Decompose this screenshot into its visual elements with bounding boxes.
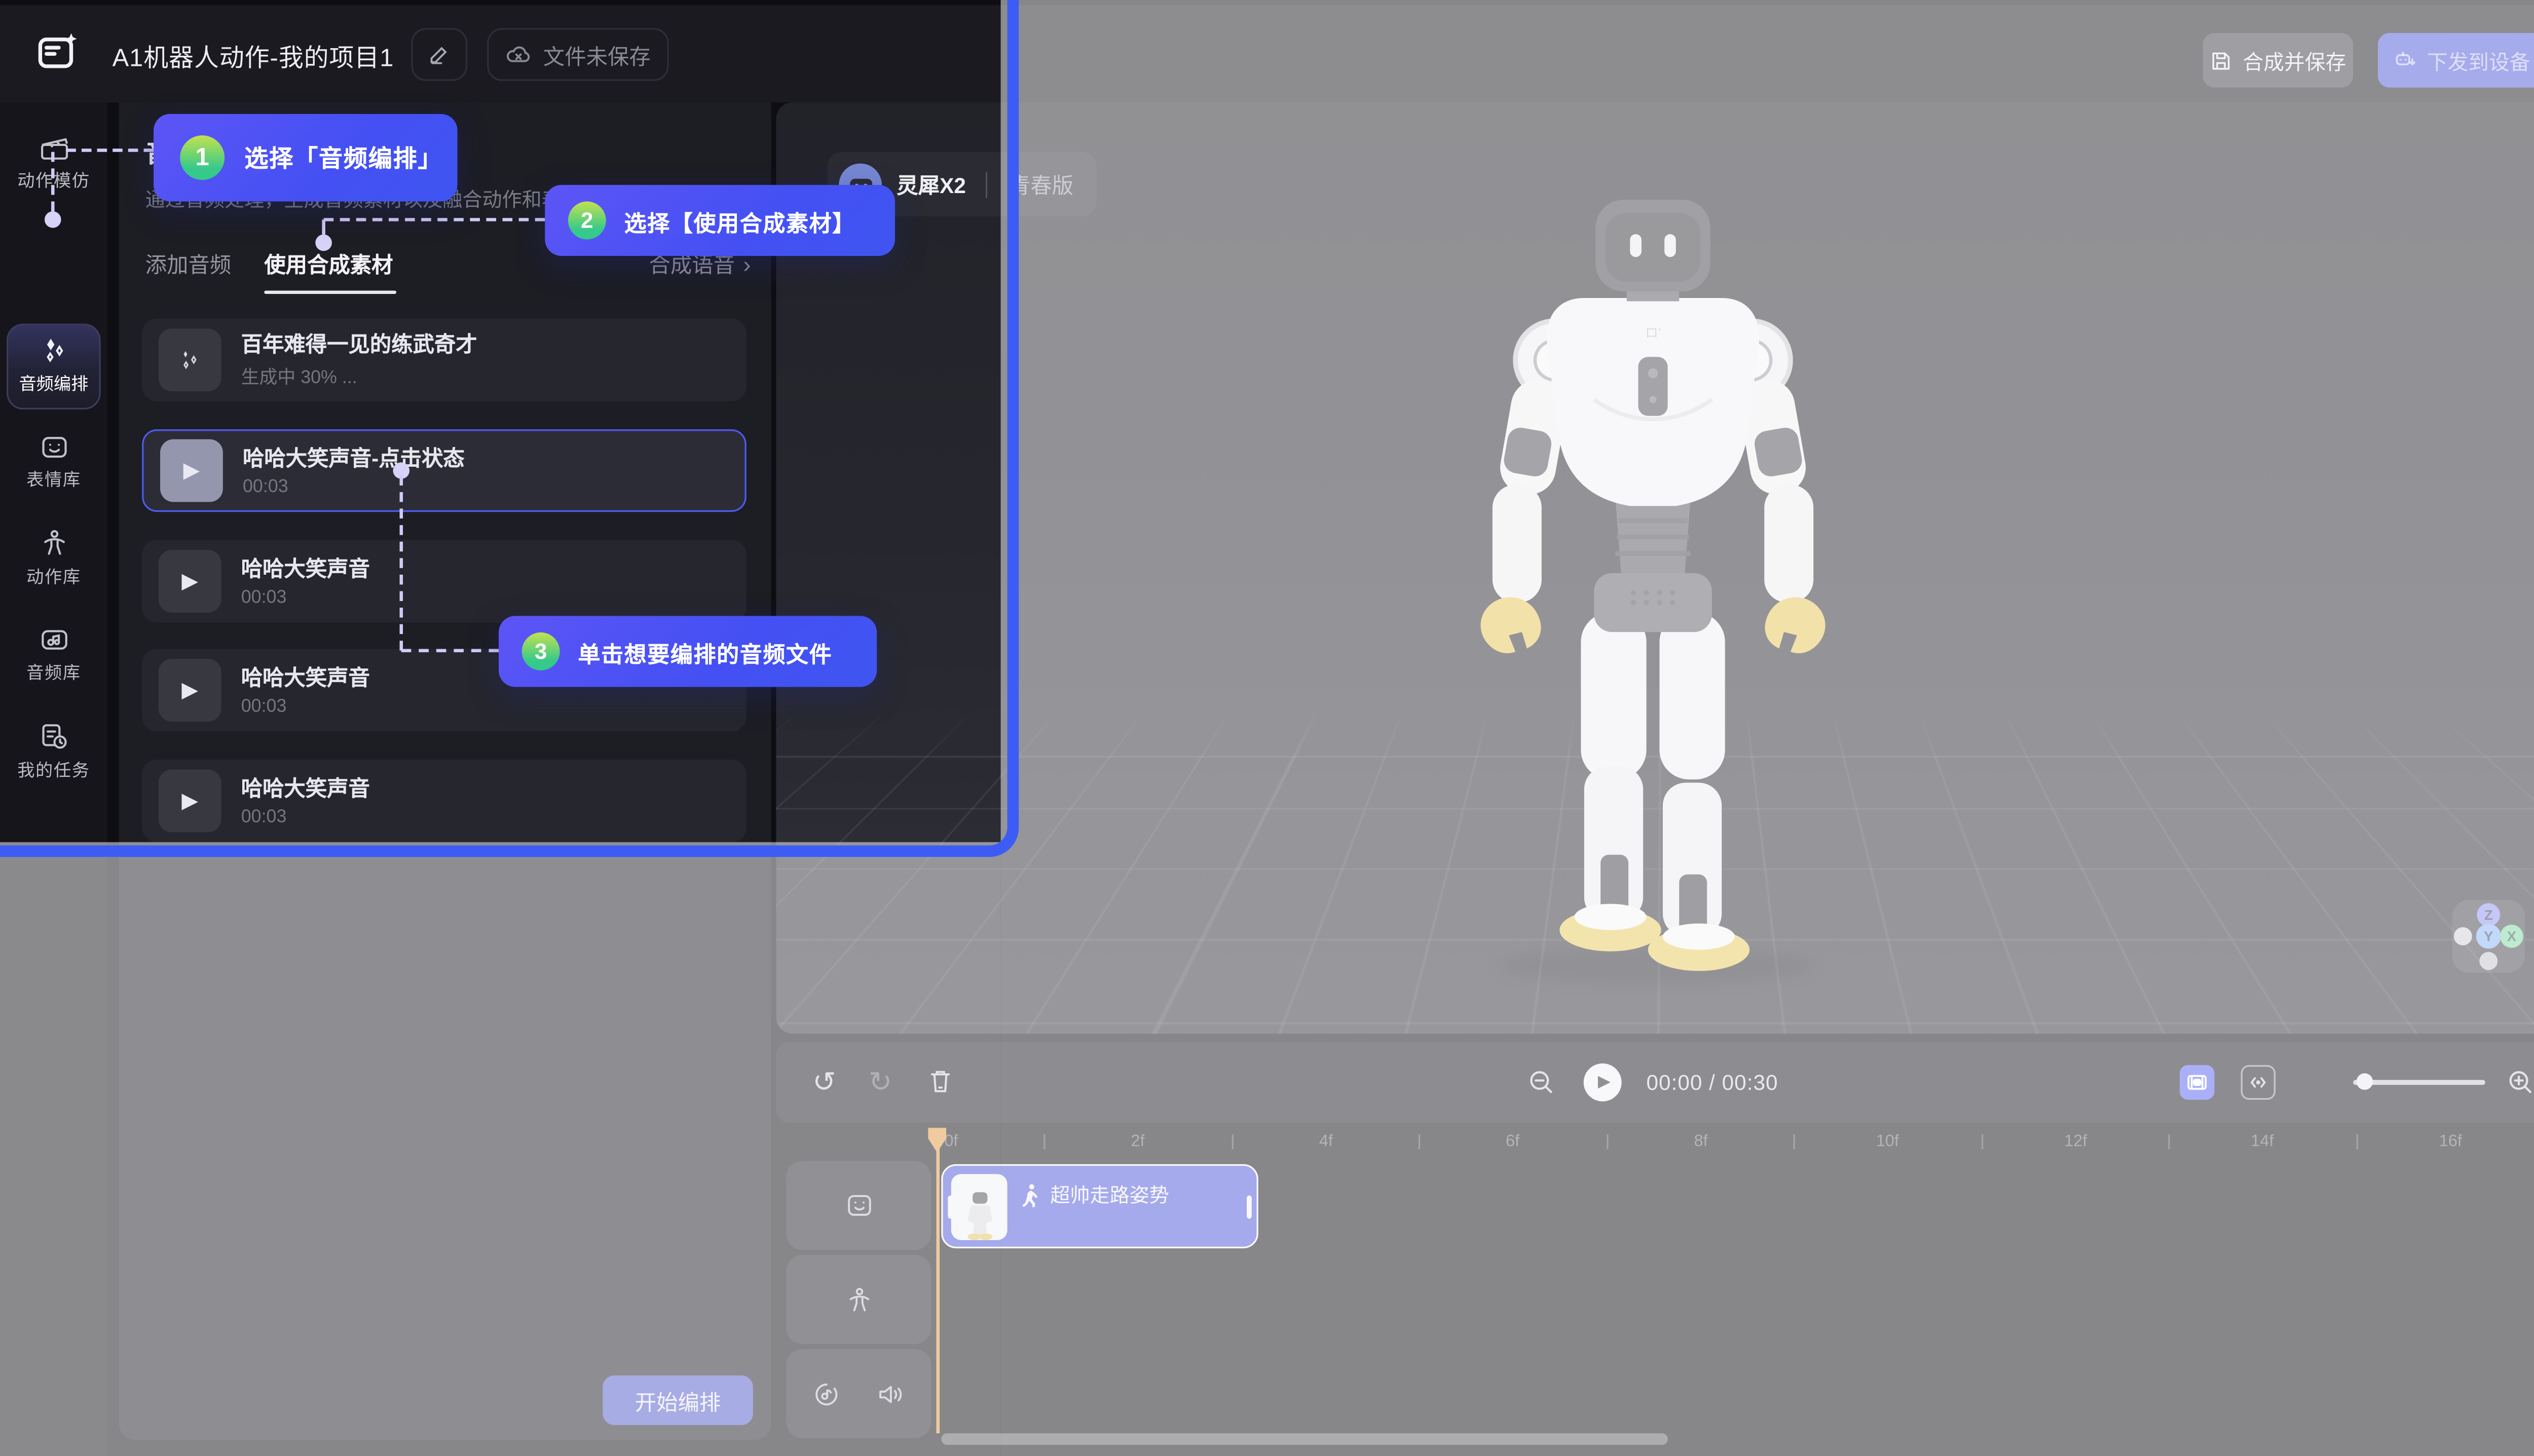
- step-number-badge: 3: [522, 632, 560, 670]
- step-number-badge: 1: [180, 135, 225, 180]
- step-text: 选择「音频编排」: [244, 140, 442, 175]
- tutorial-connector-line: [51, 152, 55, 211]
- tutorial-step-2: 2 选择【使用合成素材】: [545, 185, 895, 256]
- tutorial-connector-dot: [315, 235, 332, 251]
- tutorial-connector-line: [401, 649, 499, 653]
- tutorial-spotlight-border: [0, 0, 1019, 857]
- tutorial-dim-overlay: [0, 842, 1001, 1456]
- step-number-badge: 2: [568, 202, 606, 240]
- tutorial-dim-overlay: [1001, 0, 2534, 1456]
- tutorial-connector-line: [400, 475, 403, 650]
- step-text: 单击想要编排的音频文件: [578, 635, 832, 668]
- tutorial-connector-line: [324, 218, 545, 221]
- tutorial-connector-dot: [45, 211, 61, 228]
- app-root: A1机器人动作-我的项目1 文件未保存 合成并保存 下发: [0, 0, 2534, 1456]
- tutorial-step-3: 3 单击想要编排的音频文件: [499, 616, 877, 687]
- step-text: 选择【使用合成素材】: [624, 204, 855, 237]
- tutorial-step-1: 1 选择「音频编排」: [154, 114, 458, 202]
- tutorial-connector-line: [322, 219, 325, 234]
- tutorial-connector-line: [66, 148, 154, 152]
